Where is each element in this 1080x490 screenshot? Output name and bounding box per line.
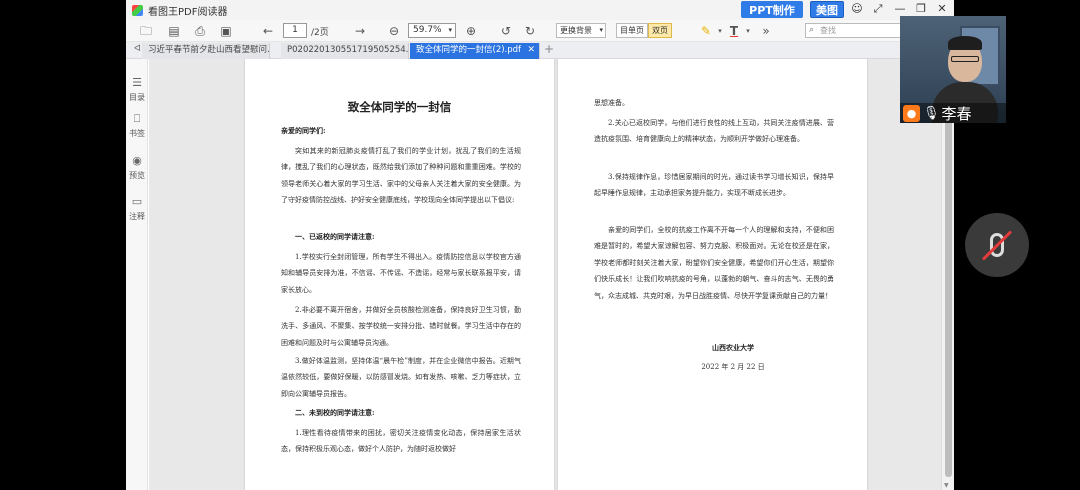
app-logo-icon bbox=[132, 4, 143, 16]
close-icon[interactable]: ✕ bbox=[934, 2, 950, 15]
open-folder-icon[interactable]: 🗀 bbox=[138, 24, 154, 38]
save-icon[interactable]: ▤ bbox=[166, 24, 182, 38]
close-tab-icon[interactable]: ✕ bbox=[527, 43, 535, 58]
tab-document-1[interactable]: 习近平春节前夕赴山西看望慰问... bbox=[142, 43, 270, 59]
document-title: 致全体同学的一封信 bbox=[347, 100, 452, 114]
single-page-button[interactable]: 目单页 bbox=[616, 23, 648, 38]
window-title: 看图王PDF阅读器 bbox=[148, 6, 228, 18]
ppt-make-button[interactable]: PPT制作 bbox=[741, 1, 803, 18]
skin-icon[interactable]: ☺ bbox=[849, 2, 865, 15]
date: 2022 年 2 月 22 日 bbox=[701, 363, 765, 371]
mute-microphone-button[interactable] bbox=[965, 213, 1029, 277]
intro-paragraph: 突如其来的新冠肺炎疫情打乱了我们的学业计划，扰乱了我们的生活规律，搅乱了我们的心… bbox=[281, 147, 521, 205]
tab-label: 致全体同学的一封信(2).pdf bbox=[416, 45, 522, 55]
tab-bar: ᐊ| 习近平春节前夕赴山西看望慰问... P020220130551719505… bbox=[126, 42, 954, 59]
double-page-button[interactable]: 双页 bbox=[648, 23, 672, 38]
page-total: /2页 bbox=[311, 28, 329, 38]
scroll-down-icon[interactable]: ▼ bbox=[944, 482, 949, 489]
zoom-out-icon[interactable]: ⊖ bbox=[386, 24, 402, 38]
sidebar-item-preview[interactable]: ◉ 预览 bbox=[126, 155, 148, 181]
greeting: 亲爱的同学们: bbox=[281, 126, 326, 135]
prev-page-icon[interactable]: ← bbox=[260, 24, 276, 38]
sidebar-label: 注释 bbox=[129, 212, 145, 221]
main-toolbar: 🗀 ▤ ⎙ ▣ ← 1 /2页 → ⊖ 59.7% ▾ ⊕ ↺ ↻ 更换背景 ▾ 目… bbox=[126, 20, 954, 42]
zoom-value: 59.7% bbox=[413, 25, 442, 35]
sidebar-label: 书签 bbox=[129, 129, 145, 138]
section1-item1: 1.学校实行全封闭管理，所有学生不得出入。疫情防控信息以学校官方通知和辅导员安排… bbox=[281, 253, 521, 294]
scroll-thumb[interactable] bbox=[945, 67, 952, 477]
screen-margin-left bbox=[0, 0, 126, 490]
title-bar: 看图王PDF阅读器 PPT制作 美图 ☺ ⤢ — ❐ ✕ bbox=[126, 0, 954, 20]
maximize-icon[interactable]: ❐ bbox=[913, 2, 929, 15]
sidebar-item-annotation[interactable]: ▭ 注释 bbox=[126, 196, 148, 222]
section2-item3: 3.保持规律作息，珍惜居家期间的时光，通过读书学习增长知识，保持早起早睡作息规律… bbox=[594, 173, 834, 198]
chevron-down-icon: ▾ bbox=[448, 26, 452, 34]
microphone-icon: 🎙 bbox=[923, 105, 940, 121]
meitu-button[interactable]: 美图 bbox=[810, 1, 844, 18]
left-sidebar: ☰ 目录 ⎕ 书签 ◉ 预览 ▭ 注释 bbox=[126, 59, 148, 490]
next-page-icon[interactable]: → bbox=[352, 24, 368, 38]
change-background-select[interactable]: 更换背景 ▾ bbox=[556, 23, 606, 38]
chevron-down-icon: ▾ bbox=[599, 26, 603, 34]
zoom-select[interactable]: 59.7% ▾ bbox=[408, 23, 456, 38]
participant-glasses bbox=[951, 56, 979, 62]
sidebar-label: 预览 bbox=[129, 171, 145, 180]
sidebar-label: 目录 bbox=[129, 93, 145, 102]
continued-text: 思想准备。 bbox=[594, 99, 629, 107]
tab-label: 习近平春节前夕赴山西看望慰问... bbox=[148, 45, 270, 55]
bookmark-icon: ⎕ bbox=[133, 112, 141, 125]
fullscreen-icon[interactable]: ⤢ bbox=[870, 2, 886, 16]
convert-icon[interactable]: ▣ bbox=[218, 24, 234, 38]
sidebar-item-bookmark[interactable]: ⎕ 书签 bbox=[126, 113, 148, 139]
signature: 山西农业大学 bbox=[712, 343, 754, 352]
sidebar-item-toc[interactable]: ☰ 目录 bbox=[126, 77, 148, 103]
add-tab-icon[interactable]: + bbox=[544, 42, 554, 56]
print-icon[interactable]: ⎙ bbox=[192, 24, 208, 38]
tab-label: P020220130551719505254... bbox=[287, 45, 409, 55]
section-heading-2: 二、未到校的同学请注意: bbox=[295, 408, 375, 417]
bg-switch-label: 更换背景 bbox=[560, 26, 592, 35]
pdf-page-1: 致全体同学的一封信 亲爱的同学们: 突如其来的新冠肺炎疫情打乱了我们的学业计划，… bbox=[245, 59, 554, 490]
section2-item1: 1.理性看待疫情带来的困扰，密切关注疫情变化动态，保持居家生活状态，保持积极乐观… bbox=[281, 429, 521, 454]
participant-video[interactable]: ● 🎙 李春 bbox=[900, 16, 1006, 123]
chevron-down-icon[interactable]: ▾ bbox=[740, 24, 756, 38]
participant-label: ● 🎙 李春 bbox=[900, 103, 1006, 123]
pdf-reader-window: 看图王PDF阅读器 PPT制作 美图 ☺ ⤢ — ❐ ✕ 🗀 ▤ ⎙ ▣ ← 1… bbox=[126, 0, 954, 490]
section1-item3: 3.做好体温监测，坚持体温“晨午检”制度，并在企业微信中报告。近期气温依然较低，… bbox=[281, 357, 521, 398]
minimize-icon[interactable]: — bbox=[892, 2, 908, 15]
search-icon: ⌕ bbox=[809, 25, 815, 35]
rotate-left-icon[interactable]: ↺ bbox=[498, 24, 514, 38]
tab-document-2[interactable]: P020220130551719505254... bbox=[281, 43, 409, 59]
rotate-right-icon[interactable]: ↻ bbox=[522, 24, 538, 38]
list-icon: ☰ bbox=[132, 76, 142, 89]
document-viewport[interactable]: 致全体同学的一封信 亲爱的同学们: 突如其来的新冠肺炎疫情打乱了我们的学业计划，… bbox=[149, 59, 941, 490]
more-icon[interactable]: » bbox=[758, 24, 774, 38]
section-heading-1: 一、已返校的同学请注意: bbox=[295, 232, 375, 241]
vertical-scrollbar[interactable]: ▲ ▼ bbox=[941, 59, 954, 490]
section2-item2: 2.关心已返校同学，与他们进行良性的线上互动，共同关注疫情进展、营造抗疫氛围、培… bbox=[594, 119, 834, 144]
eye-icon: ◉ bbox=[132, 154, 142, 167]
participant-hair bbox=[948, 36, 982, 50]
tab-document-3[interactable]: 致全体同学的一封信(2).pdf ✕ bbox=[410, 43, 540, 59]
search-placeholder: 查找 bbox=[820, 26, 836, 35]
closing-paragraph: 亲爱的同学们，全校的抗疫工作离不开每一个人的理解和支持，不便和困难是暂时的，希望… bbox=[594, 226, 834, 300]
section1-item2: 2.非必要不离开宿舍，并做好全员核酸检测准备，保持良好卫生习惯，勤洗手、多通风、… bbox=[281, 306, 521, 347]
comment-icon: ▭ bbox=[131, 195, 143, 208]
user-icon: ● bbox=[903, 104, 920, 122]
participant-name: 李春 bbox=[941, 104, 972, 123]
page-number-input[interactable]: 1 bbox=[283, 23, 307, 38]
pdf-page-2: 思想准备。 2.关心已返校同学，与他们进行良性的线上互动，共同关注疫情进展、营造… bbox=[558, 59, 867, 490]
zoom-in-icon[interactable]: ⊕ bbox=[463, 24, 479, 38]
